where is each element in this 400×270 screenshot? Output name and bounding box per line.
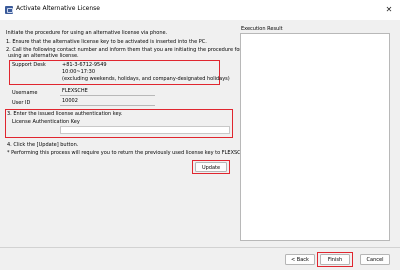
support-hours-note: (excluding weekends, holidays, and compa… bbox=[62, 76, 230, 82]
license-key-input[interactable] bbox=[60, 126, 230, 134]
support-hours: 10:00~17:30 bbox=[62, 69, 96, 75]
step2-text-line2: using an alternative license. bbox=[8, 53, 79, 59]
userid-underline bbox=[60, 105, 155, 106]
username-underline bbox=[60, 95, 155, 96]
support-phone: +81-3-6712-9549 bbox=[62, 62, 107, 68]
execution-result-panel[interactable] bbox=[240, 33, 390, 241]
intro-text: Initiate the procedure for using an alte… bbox=[6, 30, 168, 36]
execution-result-label: Execution Result bbox=[241, 26, 283, 32]
support-desk-label: Support Desk bbox=[12, 62, 46, 68]
finish-button[interactable]: Finish bbox=[320, 254, 350, 265]
step4-text: 4. Click the [Update] button. bbox=[7, 142, 79, 148]
window-title: Activate Alternative License bbox=[16, 5, 100, 12]
step3-text: 3. Enter the issued license authenticati… bbox=[7, 111, 123, 117]
step1-text: 1. Ensure that the alternative license k… bbox=[6, 39, 207, 45]
license-key-label: License Authentication Key bbox=[12, 119, 80, 125]
username-label: Username bbox=[12, 90, 38, 96]
title-bar: Activate Alternative License ✕ bbox=[0, 0, 400, 20]
back-button[interactable]: < Back bbox=[285, 254, 315, 265]
footer-separator bbox=[0, 247, 400, 248]
cancel-button[interactable]: Cancel bbox=[360, 254, 390, 265]
username-value: FLEXSCHE bbox=[62, 88, 88, 94]
note-text: * Performing this process will require y… bbox=[7, 150, 250, 156]
userid-label: User ID bbox=[12, 100, 31, 106]
update-button[interactable]: Update bbox=[195, 162, 227, 172]
close-icon[interactable]: ✕ bbox=[382, 3, 396, 17]
app-icon bbox=[5, 6, 13, 14]
userid-value: 10002 bbox=[62, 98, 78, 104]
